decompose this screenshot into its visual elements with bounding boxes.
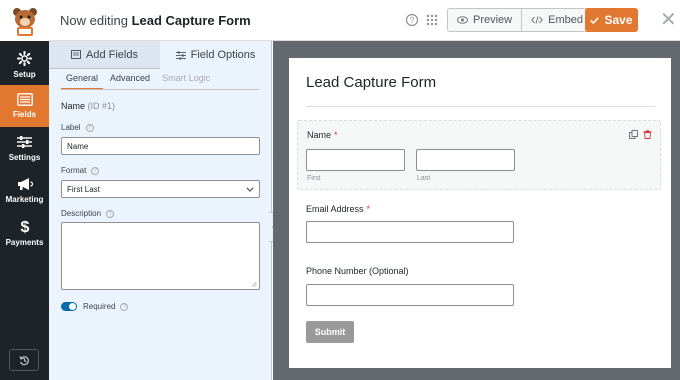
nav-label-marketing: Marketing bbox=[5, 194, 44, 204]
tab-field-options[interactable]: Field Options bbox=[160, 41, 271, 69]
preview-label: Preview bbox=[473, 14, 513, 26]
field-options-panel: Add Fields Field Options General Advance… bbox=[49, 41, 272, 380]
help-icon[interactable]: ? bbox=[405, 13, 419, 27]
wpforms-logo bbox=[0, 0, 49, 41]
help-icon[interactable]: ? bbox=[85, 123, 94, 132]
nav-label-settings: Settings bbox=[8, 152, 41, 162]
required-label: Required bbox=[83, 302, 116, 311]
grid-menu-icon[interactable] bbox=[425, 13, 439, 27]
sliders-icon bbox=[17, 135, 32, 148]
phone-field-label: Phone Number (Optional) bbox=[306, 266, 409, 276]
required-asterisk: * bbox=[366, 204, 371, 214]
eye-icon bbox=[457, 16, 468, 24]
nav-item-marketing[interactable]: Marketing bbox=[0, 169, 49, 211]
description-field-text: Description bbox=[61, 209, 102, 218]
tab-field-options-label: Field Options bbox=[190, 49, 256, 61]
nav-label-setup: Setup bbox=[13, 70, 36, 79]
form-title: Lead Capture Form bbox=[306, 74, 437, 91]
required-toggle[interactable] bbox=[61, 302, 77, 311]
preview-button[interactable]: Preview bbox=[448, 9, 521, 31]
gear-icon bbox=[17, 51, 32, 66]
list-icon bbox=[71, 50, 81, 59]
format-field-label: Format ? bbox=[61, 166, 100, 175]
tab-add-fields-label: Add Fields bbox=[86, 48, 138, 61]
name-field-block[interactable]: Name * First Last bbox=[297, 120, 661, 190]
label-field-text: Label bbox=[61, 123, 81, 132]
svg-text:?: ? bbox=[410, 16, 415, 25]
save-label: Save bbox=[604, 13, 633, 27]
svg-text:$: $ bbox=[20, 219, 29, 234]
label-input[interactable]: Name bbox=[61, 137, 260, 155]
resize-handle-icon[interactable] bbox=[251, 281, 257, 287]
form-title-divider bbox=[306, 106, 655, 107]
label-field-label: Label ? bbox=[61, 123, 94, 132]
first-sublabel: First bbox=[307, 175, 321, 182]
panel-tabs: Add Fields Field Options bbox=[49, 41, 271, 69]
required-asterisk: * bbox=[334, 130, 338, 140]
nav-item-payments[interactable]: $ Payments bbox=[0, 211, 49, 253]
email-field-label: Email Address * bbox=[306, 204, 370, 214]
subtabs-divider bbox=[61, 89, 259, 90]
format-field-text: Format bbox=[61, 166, 87, 175]
close-icon[interactable]: ✕ bbox=[660, 10, 678, 30]
save-button[interactable]: Save bbox=[585, 8, 638, 32]
format-select-value: First Last bbox=[67, 184, 100, 194]
duplicate-icon[interactable] bbox=[629, 130, 638, 139]
help-icon[interactable]: ? bbox=[91, 166, 100, 175]
first-name-input[interactable] bbox=[306, 149, 405, 171]
email-input[interactable] bbox=[306, 221, 514, 243]
subtab-advanced[interactable]: Advanced bbox=[105, 73, 155, 90]
tab-add-fields[interactable]: Add Fields bbox=[49, 41, 160, 69]
top-bar: Now editing Lead Capture Form ? Preview bbox=[0, 0, 680, 41]
submit-button[interactable]: Submit bbox=[306, 321, 354, 343]
subtab-general[interactable]: General bbox=[61, 73, 104, 90]
code-icon bbox=[531, 16, 543, 24]
nav-item-setup[interactable]: Setup bbox=[0, 44, 49, 86]
email-label-text: Email Address bbox=[306, 204, 364, 214]
subtab-smart-logic[interactable]: Smart Logic bbox=[157, 73, 215, 90]
name-label-text: Name bbox=[307, 130, 332, 140]
phone-input[interactable] bbox=[306, 284, 514, 306]
dollar-icon: $ bbox=[20, 219, 29, 234]
check-icon bbox=[590, 16, 600, 24]
nav-label-fields: Fields bbox=[12, 110, 37, 119]
last-name-input[interactable] bbox=[416, 149, 515, 171]
field-heading-id: (ID #1) bbox=[87, 101, 116, 111]
revisions-button[interactable] bbox=[9, 349, 39, 371]
editing-title: Now editing Lead Capture Form bbox=[60, 13, 251, 28]
trash-icon[interactable] bbox=[643, 130, 652, 139]
editing-prefix: Now editing bbox=[60, 13, 128, 28]
preview-embed-group: Preview Embed bbox=[447, 8, 593, 32]
embed-label: Embed bbox=[548, 14, 583, 26]
label-input-value: Name bbox=[67, 141, 89, 151]
field-heading: Name (ID #1) bbox=[61, 101, 115, 111]
description-textarea[interactable] bbox=[61, 222, 260, 290]
options-subtabs: General Advanced Smart Logic bbox=[61, 73, 217, 90]
help-icon[interactable]: ? bbox=[120, 302, 129, 311]
form-preview-area: Lead Capture Form Name * First Last Email… bbox=[273, 41, 680, 380]
sliders-icon bbox=[175, 50, 186, 60]
field-heading-name: Name bbox=[61, 101, 86, 111]
name-field-label: Name * bbox=[307, 130, 338, 140]
description-field-label: Description ? bbox=[61, 209, 115, 218]
format-select[interactable]: First Last bbox=[61, 180, 260, 198]
form-card: Lead Capture Form Name * First Last Email… bbox=[289, 58, 671, 368]
nav-label-payments: Payments bbox=[5, 237, 44, 247]
bear-mascot-icon bbox=[12, 7, 37, 36]
chevron-down-icon bbox=[246, 186, 254, 192]
fields-list-icon bbox=[16, 93, 33, 106]
nav-item-settings[interactable]: Settings bbox=[0, 127, 49, 169]
required-toggle-row: Required ? bbox=[61, 302, 129, 311]
left-navigation: Setup Fields Settings Marketing $ Paymen… bbox=[0, 41, 49, 380]
history-icon bbox=[18, 355, 29, 365]
embed-button[interactable]: Embed bbox=[521, 9, 592, 31]
last-sublabel: Last bbox=[417, 175, 431, 182]
form-name: Lead Capture Form bbox=[131, 13, 251, 28]
nav-item-fields[interactable]: Fields bbox=[0, 85, 49, 127]
megaphone-icon bbox=[17, 177, 33, 190]
help-icon[interactable]: ? bbox=[106, 209, 115, 218]
